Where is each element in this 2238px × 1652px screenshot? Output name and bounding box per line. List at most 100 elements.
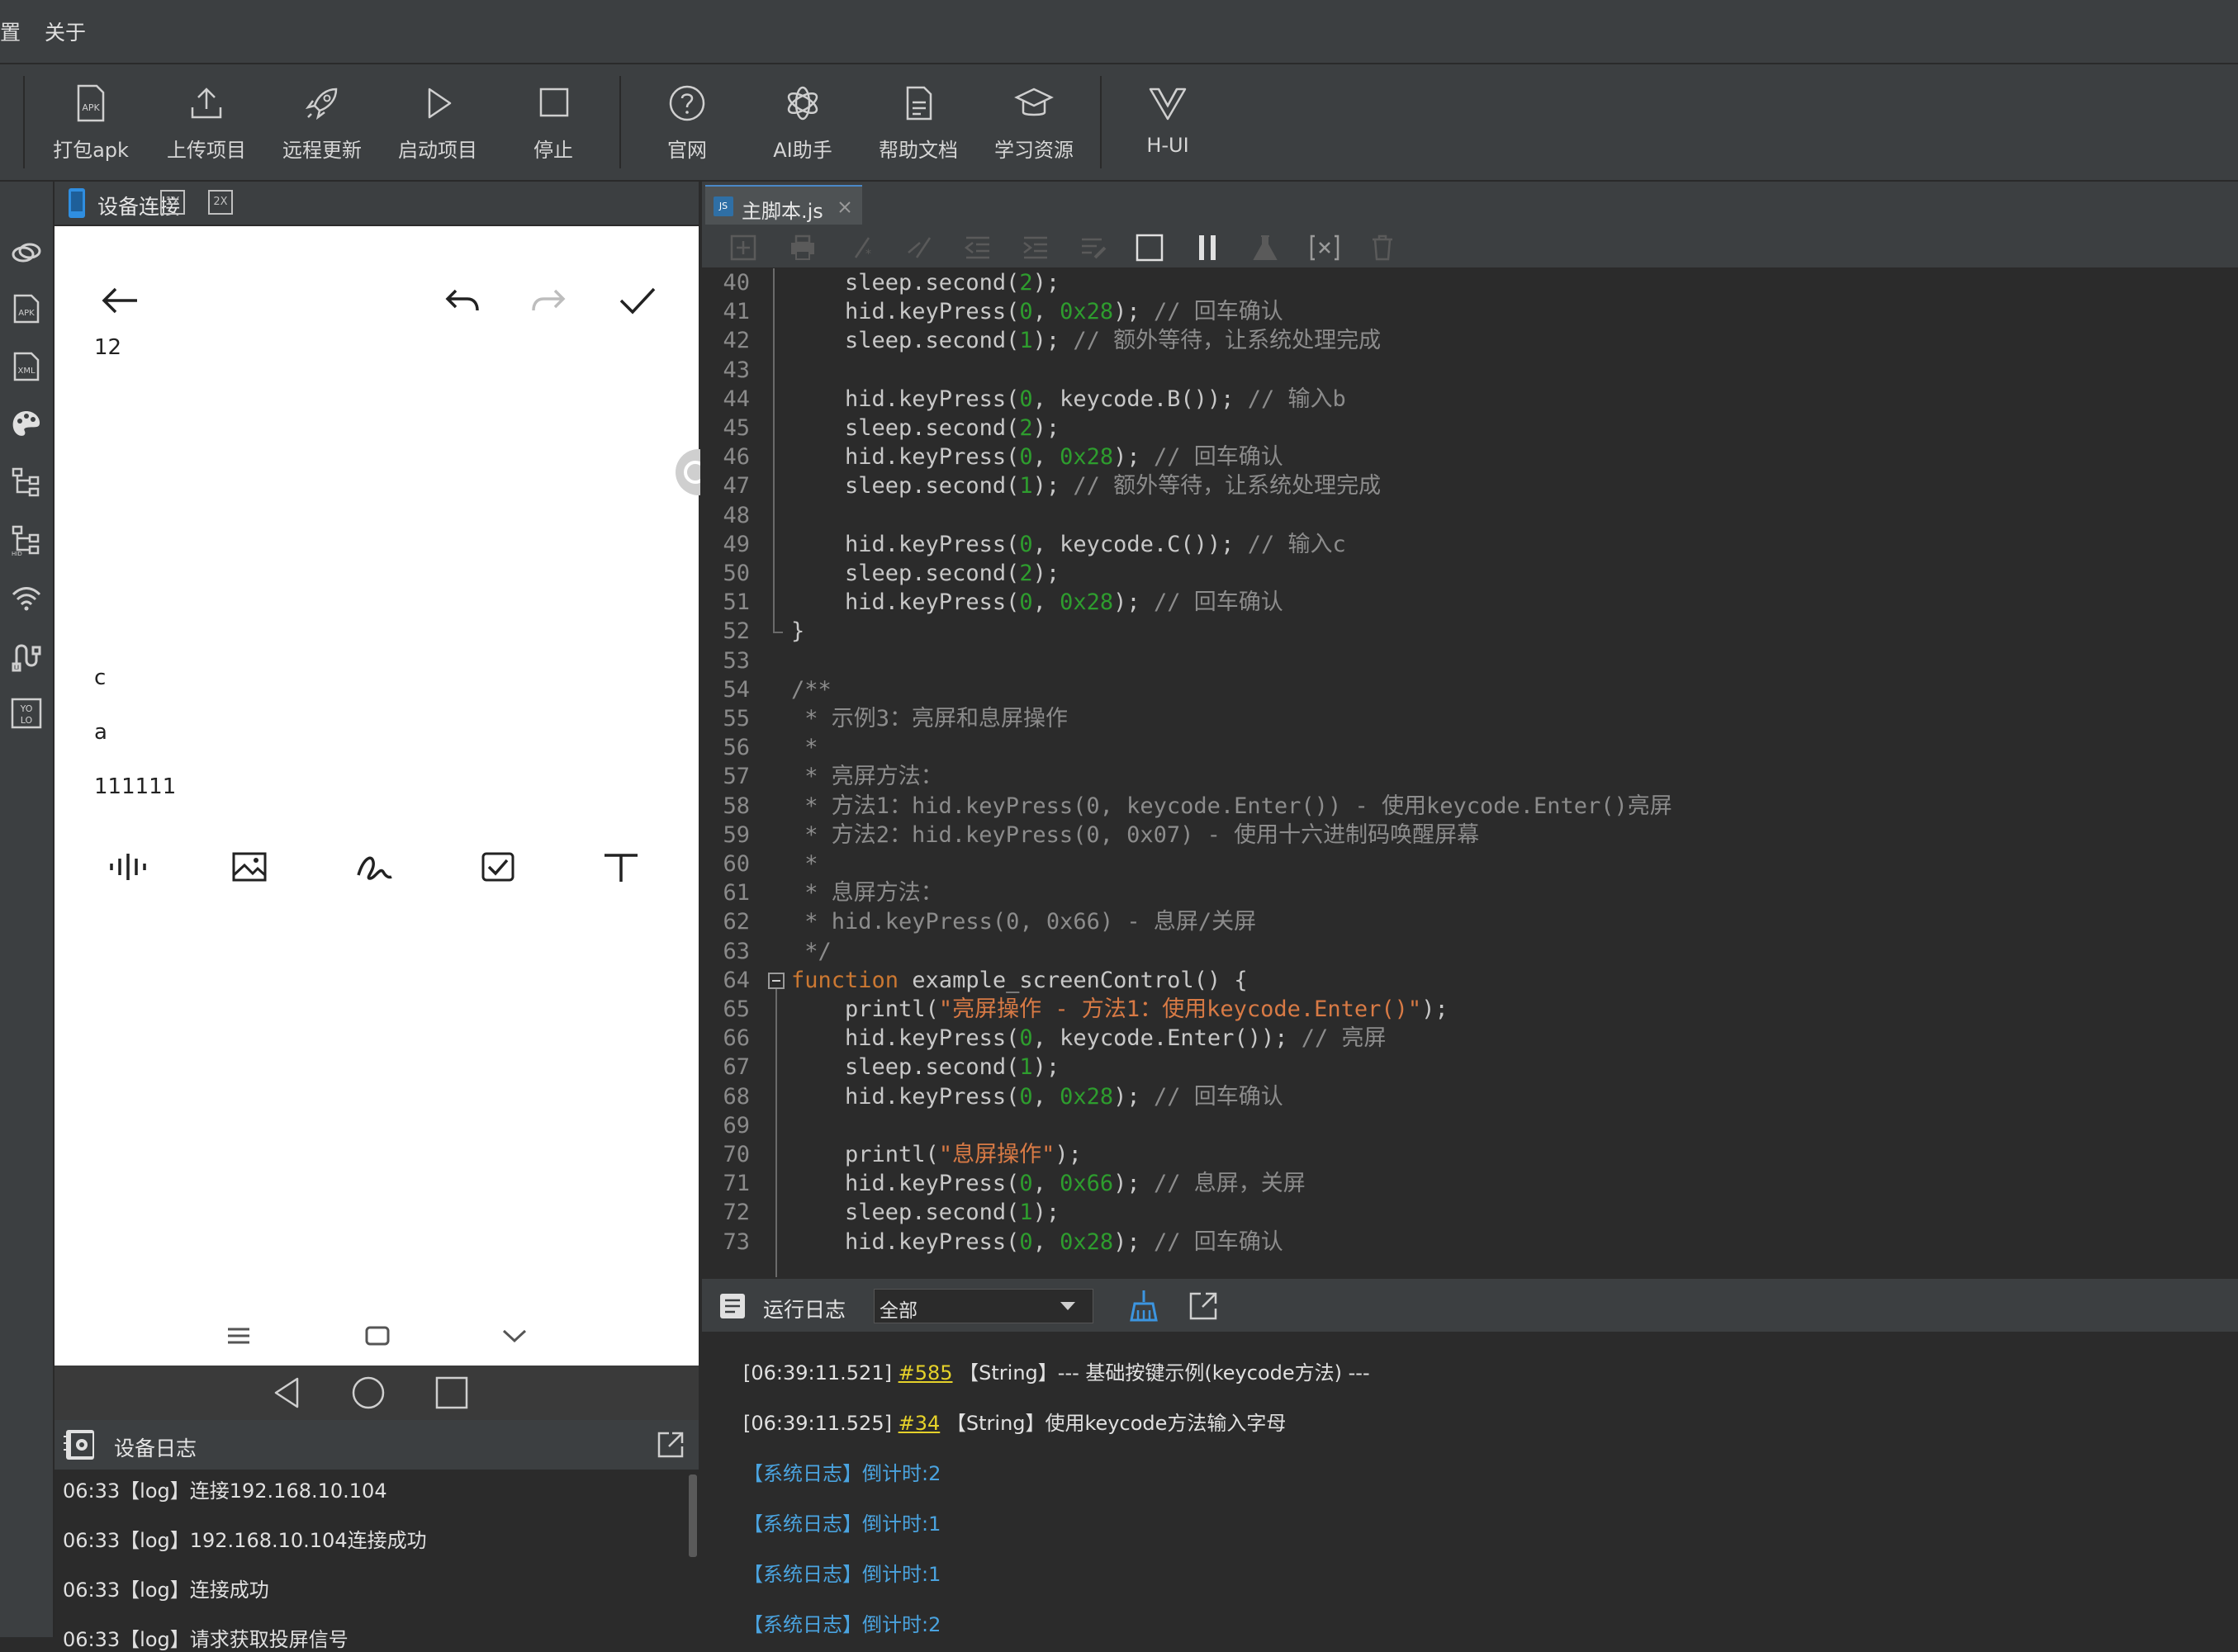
upload-project-button[interactable]: 上传项目 xyxy=(157,83,256,173)
code-line[interactable]: 71 hid.keyPress(0, 0x66); // 息屏，关屏 xyxy=(702,1169,2238,1198)
floating-widget-icon[interactable] xyxy=(667,447,700,497)
comment-icon[interactable]: * xyxy=(847,233,877,263)
start-project-button[interactable]: 启动项目 xyxy=(388,83,487,173)
broom-icon[interactable] xyxy=(1128,1289,1159,1322)
nav-back-icon[interactable] xyxy=(271,1375,304,1410)
export-icon[interactable] xyxy=(656,1430,685,1460)
xml-icon[interactable]: XML xyxy=(10,350,43,383)
code-line[interactable]: 72 sleep.second(1); xyxy=(702,1198,2238,1227)
yolo-icon[interactable]: YOLO xyxy=(10,697,43,730)
code-line[interactable]: 53 xyxy=(702,646,2238,675)
code-line[interactable]: 44 hid.keyPress(0, keycode.B()); // 输入b xyxy=(702,385,2238,414)
menu-item-settings[interactable]: 置 xyxy=(0,17,21,46)
code-line[interactable]: 69 xyxy=(702,1111,2238,1140)
stop-button[interactable]: 停止 xyxy=(504,83,603,173)
log-source-link[interactable]: #34 xyxy=(899,1412,941,1435)
code-line[interactable]: 56 * xyxy=(702,733,2238,762)
undo-icon[interactable] xyxy=(443,284,481,317)
wifi-icon[interactable] xyxy=(10,581,43,614)
menu-lines-icon[interactable] xyxy=(225,1324,253,1347)
chevron-down-icon[interactable] xyxy=(500,1324,529,1347)
ai-assistant-button[interactable]: AI助手 xyxy=(753,83,852,173)
redo-icon[interactable] xyxy=(530,284,568,317)
code-line[interactable]: 58 * 方法1：hid.keyPress(0, keycode.Enter()… xyxy=(702,792,2238,821)
code-line[interactable]: 59 * 方法2：hid.keyPress(0, 0x07) - 使用十六进制码… xyxy=(702,821,2238,850)
checkmark-icon[interactable] xyxy=(618,284,657,317)
note-number: 12 xyxy=(94,335,122,360)
uncomment-icon[interactable] xyxy=(905,233,935,263)
h-ui-button[interactable]: H-UI xyxy=(1118,83,1217,173)
code-line[interactable]: 65 printl("亮屏操作 - 方法1：使用keycode.Enter()"… xyxy=(702,995,2238,1024)
home-square-icon[interactable] xyxy=(363,1324,391,1347)
code-line[interactable]: 64 function example_screenControl() { xyxy=(702,966,2238,995)
line-number: 46 xyxy=(723,444,750,471)
usb-cable-icon[interactable] xyxy=(10,639,43,672)
close-tab-icon[interactable] xyxy=(837,200,852,215)
back-arrow-icon[interactable] xyxy=(99,284,140,317)
code-line[interactable]: 46 hid.keyPress(0, 0x28); // 回车确认 xyxy=(702,443,2238,471)
code-line[interactable]: 62 * hid.keyPress(0, 0x66) - 息屏/关屏 xyxy=(702,907,2238,936)
tab-main-script[interactable]: JS 主脚本.js xyxy=(705,185,862,226)
apk-icon[interactable]: APK xyxy=(10,292,43,325)
device-screen[interactable]: 12 c a 111111 xyxy=(55,226,700,1366)
outdent-icon[interactable] xyxy=(963,233,993,263)
code-line[interactable]: 42 sleep.second(1); // 额外等待，让系统处理完成 xyxy=(702,326,2238,355)
code-line[interactable]: 51 hid.keyPress(0, 0x28); // 回车确认 xyxy=(702,588,2238,617)
nav-recents-icon[interactable] xyxy=(434,1375,469,1410)
log-scrollbar[interactable] xyxy=(689,1474,697,1557)
export-icon[interactable] xyxy=(1188,1290,1219,1322)
checkbox-icon[interactable] xyxy=(481,850,515,883)
nav-home-icon[interactable] xyxy=(350,1375,386,1410)
voice-wave-icon[interactable] xyxy=(107,850,149,883)
handwriting-icon[interactable] xyxy=(355,850,393,883)
code-line[interactable]: 54 /** xyxy=(702,675,2238,704)
stop-square-icon[interactable] xyxy=(1135,233,1164,263)
pause-icon[interactable] xyxy=(1192,233,1222,263)
code-line[interactable]: 50 sleep.second(2); xyxy=(702,559,2238,588)
variable-icon[interactable] xyxy=(1308,233,1341,263)
code-line[interactable]: 68 hid.keyPress(0, 0x28); // 回车确认 xyxy=(702,1082,2238,1111)
format-code-icon[interactable] xyxy=(1079,233,1108,263)
code-line[interactable]: 67 sleep.second(1); xyxy=(702,1053,2238,1082)
palette-icon[interactable] xyxy=(10,408,43,441)
tree-structure-icon[interactable] xyxy=(10,466,43,499)
code-line[interactable]: 52} xyxy=(702,617,2238,646)
code-line[interactable]: 55 * 示例3：亮屏和息屏操作 xyxy=(702,704,2238,733)
code-line[interactable]: 43 xyxy=(702,356,2238,385)
code-line[interactable]: 48 xyxy=(702,501,2238,530)
zoom-2x-button[interactable]: 2X xyxy=(208,190,233,215)
log-source-link[interactable]: #585 xyxy=(899,1361,953,1385)
code-line[interactable]: 49 hid.keyPress(0, keycode.C()); // 输入c xyxy=(702,530,2238,559)
code-line[interactable]: 41 hid.keyPress(0, 0x28); // 回车确认 xyxy=(702,297,2238,326)
hid-tree-icon[interactable]: HID xyxy=(10,523,43,556)
code-line[interactable]: 60 * xyxy=(702,850,2238,878)
remote-update-button[interactable]: 远程更新 xyxy=(273,83,372,173)
code-line[interactable]: 63 */ xyxy=(702,937,2238,966)
add-box-icon[interactable] xyxy=(728,233,758,263)
code-text: printl("亮屏操作 - 方法1：使用keycode.Enter()"); xyxy=(791,996,1449,1022)
code-line[interactable]: 57 * 亮屏方法： xyxy=(702,762,2238,791)
zoom-1x-button[interactable]: 1X xyxy=(160,190,185,215)
flask-icon[interactable] xyxy=(1250,233,1280,263)
code-line[interactable]: 73 hid.keyPress(0, 0x28); // 回车确认 xyxy=(702,1228,2238,1257)
line-number: 52 xyxy=(723,618,750,645)
code-line[interactable]: 66 hid.keyPress(0, keycode.Enter()); // … xyxy=(702,1024,2238,1053)
build-apk-button[interactable]: APK 打包apk xyxy=(41,83,140,173)
code-line[interactable]: 70 printl("息屏操作"); xyxy=(702,1140,2238,1169)
learning-resources-button[interactable]: 学习资源 xyxy=(984,83,1083,173)
log-filter-select[interactable]: 全部 xyxy=(874,1289,1093,1323)
help-docs-button[interactable]: 帮助文档 xyxy=(869,83,968,173)
code-line[interactable]: 61 * 息屏方法： xyxy=(702,878,2238,907)
indent-icon[interactable] xyxy=(1021,233,1050,263)
print-icon[interactable] xyxy=(788,233,818,263)
code-editor[interactable]: 40 sleep.second(2); 41 hid.keyPress(0, 0x… xyxy=(702,268,2238,1277)
code-line[interactable]: 45 sleep.second(2); xyxy=(702,414,2238,443)
menu-item-about[interactable]: 关于 xyxy=(45,17,86,46)
official-site-button[interactable]: 官网 xyxy=(638,83,737,173)
image-icon[interactable] xyxy=(231,850,268,883)
text-format-icon[interactable] xyxy=(603,850,639,883)
trash-icon[interactable] xyxy=(1368,233,1397,263)
code-line[interactable]: 40 sleep.second(2); xyxy=(702,268,2238,297)
link-icon[interactable] xyxy=(10,236,43,269)
code-line[interactable]: 47 sleep.second(1); // 额外等待，让系统处理完成 xyxy=(702,471,2238,500)
